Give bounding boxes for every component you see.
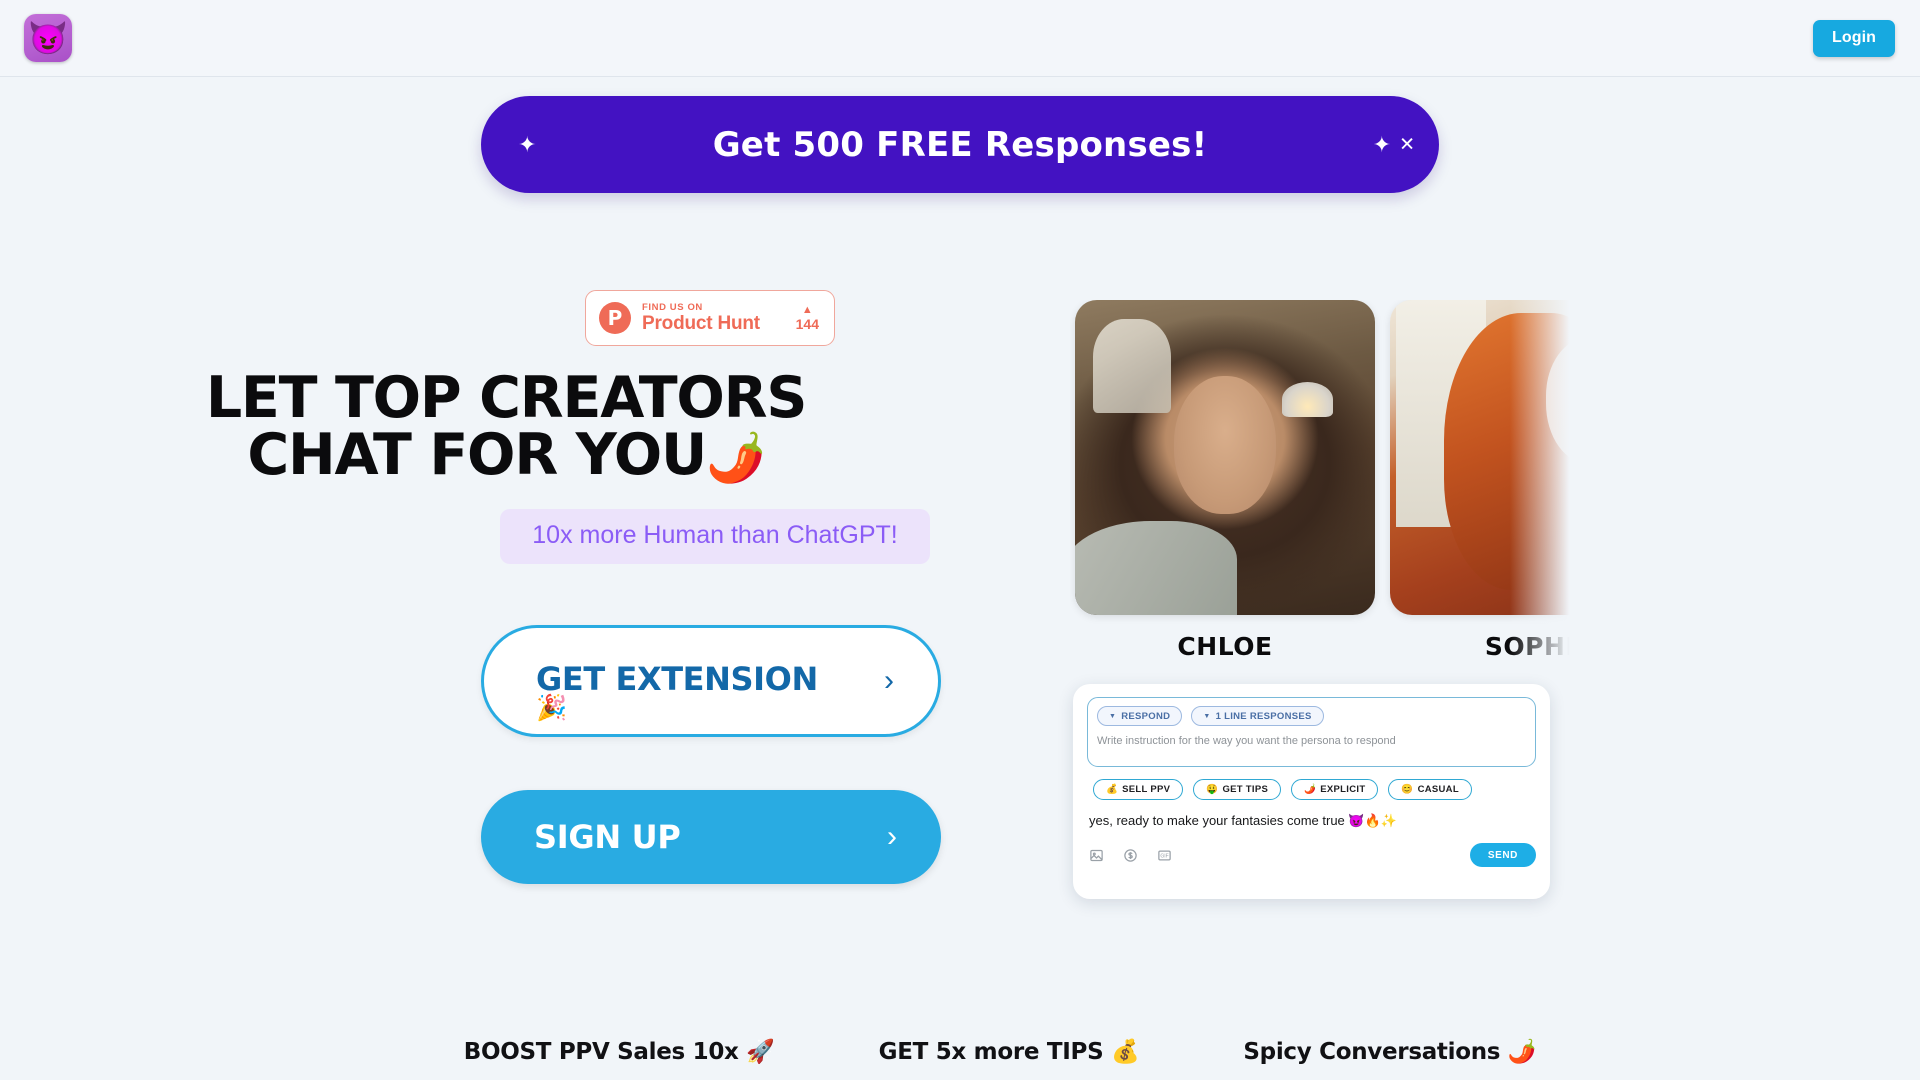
persona-carousel[interactable]: CHLOE SOPHIA	[1070, 300, 1580, 660]
persona-photo	[1390, 300, 1580, 615]
chili-pepper-icon: 🌶️	[706, 430, 766, 486]
subtitle-pill: 10x more Human than ChatGPT!	[500, 509, 930, 564]
send-button[interactable]: SEND	[1469, 843, 1536, 867]
chevron-right-icon: ›	[887, 820, 897, 853]
sparkle-icon-right: ✦	[1372, 131, 1391, 157]
page-title: LET TOP CREATORS CHAT FOR YOU🌶️	[0, 370, 1060, 487]
instruction-placeholder[interactable]: Write instruction for the way you want t…	[1097, 735, 1526, 747]
sign-up-label: SIGN UP	[534, 818, 681, 856]
attachment-icons: GIF	[1089, 848, 1172, 863]
party-popper-icon: 🎉	[536, 694, 568, 722]
headline-line-2: CHAT FOR YOU	[247, 422, 707, 488]
persona-name: SOPHIA	[1484, 632, 1580, 660]
generated-reply-text: yes, ready to make your fantasies come t…	[1089, 813, 1397, 828]
chili-pepper-icon: 🌶️	[1304, 784, 1317, 795]
feature-item: BOOST PPV Sales 10x 🚀	[463, 1039, 775, 1065]
money-face-icon: 🤑	[1206, 784, 1219, 795]
response-length-label: 1 LINE RESPONSES	[1215, 710, 1312, 722]
product-hunt-icon: P	[599, 302, 631, 334]
get-extension-label: GET EXTENSION	[536, 660, 818, 698]
tag-explicit[interactable]: 🌶️ EXPLICIT	[1291, 779, 1379, 800]
tag-sell-ppv-label: SELL PPV	[1122, 784, 1171, 795]
respond-dropdown-label: RESPOND	[1121, 710, 1171, 722]
chevron-down-icon: ▼	[1109, 712, 1117, 720]
persona-name: CHLOE	[1177, 632, 1273, 660]
smiley-icon: 😊	[1401, 784, 1414, 795]
dropdown-row: ▼ RESPOND ▼ 1 LINE RESPONSES	[1097, 706, 1526, 726]
instruction-input-box[interactable]: ▼ RESPOND ▼ 1 LINE RESPONSES Write instr…	[1087, 697, 1536, 767]
tag-casual[interactable]: 😊 CASUAL	[1388, 779, 1472, 800]
persona-card[interactable]: CHLOE	[1075, 300, 1375, 660]
tag-sell-ppv[interactable]: 💰 SELL PPV	[1093, 779, 1184, 800]
persona-photo	[1075, 300, 1375, 615]
tag-get-tips[interactable]: 🤑 GET TIPS	[1193, 779, 1282, 800]
image-icon[interactable]	[1089, 848, 1104, 863]
feature-item: GET 5x more TIPS 💰	[878, 1039, 1140, 1065]
login-button[interactable]: Login	[1812, 20, 1895, 57]
money-bag-icon: 💰	[1106, 784, 1119, 795]
quick-tag-row: 💰 SELL PPV 🤑 GET TIPS 🌶️ EXPLICIT 😊 CASU…	[1087, 779, 1536, 800]
sign-up-button[interactable]: SIGN UP ›	[481, 790, 941, 884]
product-hunt-count: 144	[795, 315, 819, 332]
chat-footer-bar: GIF SEND	[1087, 843, 1536, 867]
chat-widget: ▼ RESPOND ▼ 1 LINE RESPONSES Write instr…	[1073, 684, 1550, 899]
devil-emoji-logo[interactable]: 😈	[24, 14, 72, 62]
feature-item: Spicy Conversations 🌶️	[1243, 1039, 1537, 1065]
respond-dropdown[interactable]: ▼ RESPOND	[1097, 706, 1183, 726]
tag-explicit-label: EXPLICIT	[1320, 784, 1366, 795]
top-header: 😈 Login	[0, 0, 1920, 77]
sparkle-icon-left: ✦	[518, 131, 537, 157]
chevron-down-icon: ▼	[1203, 712, 1211, 720]
product-hunt-name: Product Hunt	[642, 313, 760, 334]
hero-left-column: P FIND US ON Product Hunt ▲ 144 LET TOP …	[0, 290, 1060, 564]
tag-get-tips-label: GET TIPS	[1222, 784, 1269, 795]
response-length-dropdown[interactable]: ▼ 1 LINE RESPONSES	[1191, 706, 1324, 726]
svg-text:GIF: GIF	[1160, 853, 1168, 859]
close-icon[interactable]: ✕	[1399, 135, 1415, 154]
upvote-arrow-icon: ▲	[801, 303, 813, 316]
product-hunt-badge[interactable]: P FIND US ON Product Hunt ▲ 144	[585, 290, 835, 346]
tag-casual-label: CASUAL	[1417, 784, 1459, 795]
product-hunt-kicker: FIND US ON	[642, 302, 703, 313]
promo-banner-title: Get 500 FREE Responses!	[712, 124, 1208, 165]
headline-line-2-wrap: CHAT FOR YOU🌶️	[0, 427, 1012, 487]
product-hunt-votes[interactable]: ▲ 144	[795, 303, 821, 332]
feature-row: BOOST PPV Sales 10x 🚀 GET 5x more TIPS 💰…	[0, 1038, 1920, 1065]
persona-card[interactable]: SOPHIA	[1390, 300, 1580, 660]
devil-emoji-glyph: 😈	[28, 20, 68, 56]
promo-banner[interactable]: ✦ Get 500 FREE Responses! ✦ ✕	[481, 96, 1439, 193]
get-extension-button[interactable]: GET EXTENSION 🎉 ›	[481, 625, 941, 737]
product-hunt-text: FIND US ON Product Hunt	[642, 302, 796, 334]
dollar-icon[interactable]	[1123, 848, 1138, 863]
chevron-right-icon: ›	[884, 664, 894, 697]
gif-icon[interactable]: GIF	[1157, 848, 1172, 863]
